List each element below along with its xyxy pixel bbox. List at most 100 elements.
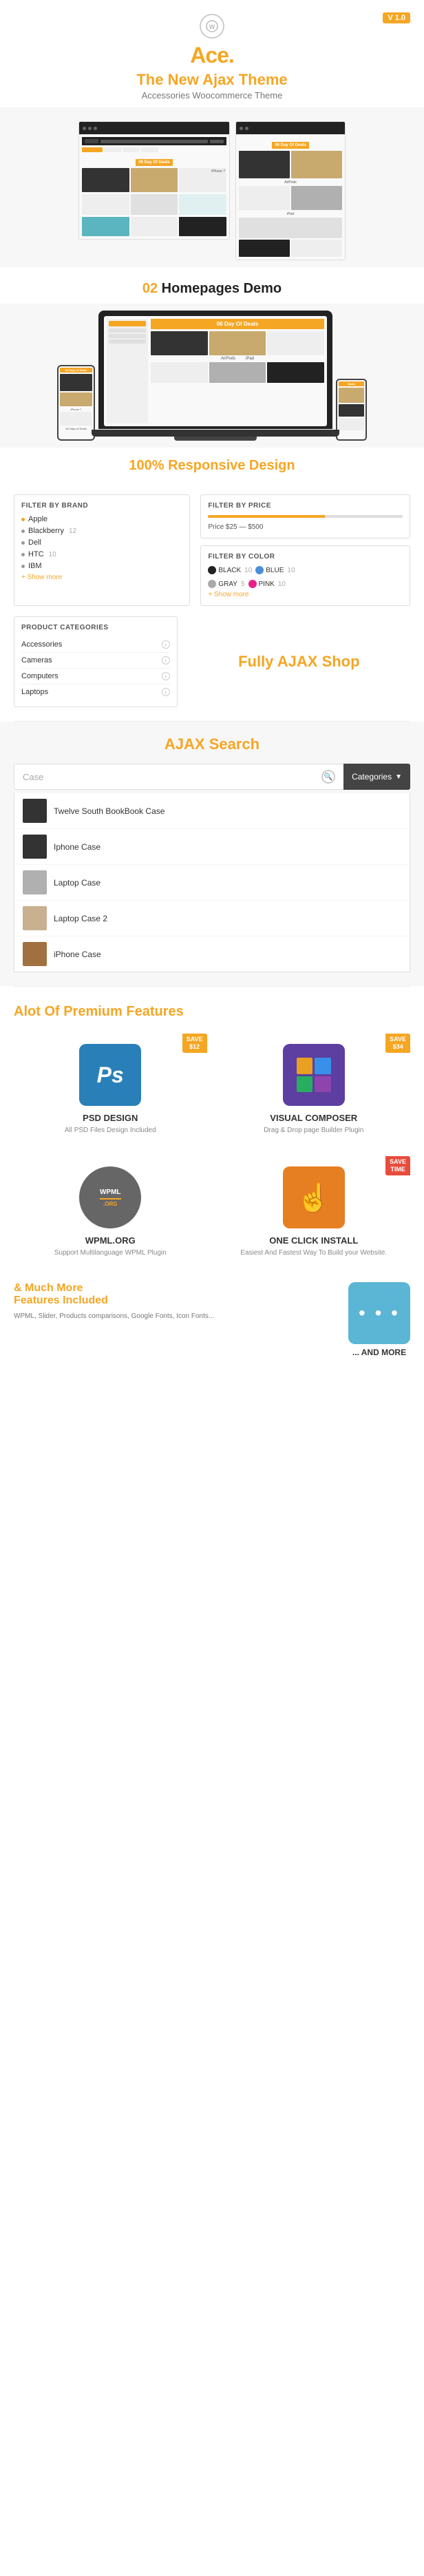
cat-item-laptops[interactable]: Laptops › [21, 684, 170, 700]
brand-filter-title: FILTER BY BRAND [21, 502, 182, 510]
color-count: 10 [278, 580, 286, 588]
search-result-name: Twelve South BookBook Case [54, 806, 165, 816]
features-grid: SAVE$12 Ps PSD DESIGN All PSD Files Desi… [14, 1034, 410, 1268]
brand-item-htc[interactable]: HTC 10 [21, 550, 182, 558]
header: W Ace. The New Ajax Theme Accessories Wo… [0, 0, 424, 107]
brand-item-ibm[interactable]: IBM [21, 562, 182, 570]
brand-bullet [21, 530, 25, 533]
product-categories-box: PRODUCT CATEGORIES Accessories › Cameras… [14, 616, 178, 707]
swatch-dot-gray [208, 580, 216, 588]
cat-item-computers[interactable]: Computers › [21, 669, 170, 684]
color-swatch-blue[interactable]: BLUE 10 [255, 566, 295, 574]
ajax-shop-prefix: Fully [238, 653, 277, 670]
homepages-text: Homepages Demo [162, 281, 282, 296]
svg-text:W: W [209, 23, 215, 30]
laptop-deal-banner: 06 Day Of Deals [151, 319, 324, 329]
psd-icon-box: Ps [79, 1044, 141, 1106]
brand-item-blackberry[interactable]: Blackberry 12 [21, 527, 182, 535]
cat-arrow: › [162, 656, 170, 664]
cube-face [297, 1058, 313, 1074]
responsive-highlight: 100% [129, 458, 164, 473]
more-features-left: & Much More Features Included WPML, Slid… [14, 1282, 338, 1357]
tagline-prefix: The New [136, 71, 202, 88]
categories-btn-label: Categories [352, 772, 392, 782]
more-features-suffix: Features Included [14, 1295, 108, 1306]
search-result-item[interactable]: Iphone Case [14, 829, 410, 865]
and-more-title: ... AND MORE [352, 1348, 406, 1357]
color-swatch-pink[interactable]: PINK 10 [248, 580, 286, 588]
brand-name: IBM [28, 562, 42, 570]
click-icon-box: ☝ [283, 1166, 345, 1228]
brand-item-dell[interactable]: Dell [21, 538, 182, 547]
vc-name: VISUAL COMPOSER [224, 1113, 404, 1123]
color-swatch-black[interactable]: BLACK 10 [208, 566, 252, 574]
tagline-sub: Accessories Woocommerce Theme [7, 90, 417, 101]
vc-icon-box [283, 1044, 345, 1106]
cube-face [315, 1076, 331, 1093]
search-result-item[interactable]: Laptop Case 2 [14, 901, 410, 936]
cat-item-accessories[interactable]: Accessories › [21, 637, 170, 653]
click-desc: Easiest And Fastest Way To Build your We… [224, 1248, 404, 1258]
search-result-item[interactable]: iPhone Case [14, 936, 410, 972]
premium-highlight: Alot [14, 1004, 41, 1019]
cube-icon [297, 1058, 331, 1092]
search-result-thumb [23, 799, 47, 823]
wpml-desc: Support Multilanguage WPML Plugin [21, 1248, 200, 1258]
cat-name: Computers [21, 672, 59, 680]
feature-visual-composer: SAVE$34 VISUAL COMPOSER Drag & Drop page… [218, 1034, 411, 1146]
price-filter-box: FILTER BY PRICE Price $25 — $500 [200, 494, 410, 538]
ajax-search-title: AJAX Search [14, 735, 410, 753]
search-result-name: iPhone Case [54, 950, 101, 959]
color-label: BLUE [266, 567, 284, 574]
price-range-text: Price $25 — $500 [208, 523, 403, 531]
search-bar: Case 🔍 [14, 764, 343, 790]
brand-item-apple[interactable]: Apple [21, 515, 182, 523]
swatch-dot-black [208, 566, 216, 574]
color-label: BLACK [218, 567, 241, 574]
premium-section: Alot Of Premium Features SAVE$12 Ps PSD … [0, 987, 424, 1371]
cat-name: Accessories [21, 640, 62, 649]
responsive-text: Responsive Design [165, 458, 295, 473]
search-result-item[interactable]: Twelve South BookBook Case [14, 793, 410, 829]
color-count: 10 [287, 567, 295, 574]
search-result-thumb [23, 835, 47, 859]
feature-psd: SAVE$12 Ps PSD DESIGN All PSD Files Desi… [14, 1034, 207, 1146]
more-features-desc: WPML, Slider, Products comparisons, Goog… [14, 1311, 338, 1322]
dots-icon: • • • [359, 1302, 400, 1324]
cat-item-cameras[interactable]: Cameras › [21, 653, 170, 669]
laptop-mockup: 06 Day Of Deals AirPods iPad [98, 311, 332, 429]
laptop-section: 06 Days of Deals iPhone 7 06 Days of Dea… [0, 304, 424, 448]
phone-right: Deals [336, 379, 367, 441]
swatch-dot-blue [255, 566, 264, 574]
search-icon[interactable]: 🔍 [321, 770, 335, 784]
color-swatches: BLACK 10 BLUE 10 [208, 566, 403, 574]
search-result-name: Iphone Case [54, 842, 100, 852]
cat-arrow: › [162, 672, 170, 680]
color-count: 5 [241, 580, 245, 588]
save-badge-vc: SAVE$34 [385, 1034, 410, 1053]
logo-dot: . [229, 43, 234, 67]
brand-bullet [21, 553, 25, 556]
color-swatch-gray[interactable]: GRAY 5 [208, 580, 244, 588]
price-filter-title: FILTER BY PRICE [208, 502, 403, 510]
ps-icon: Ps [97, 1062, 124, 1088]
wpml-icon-box: WPML .ORG [79, 1166, 141, 1228]
search-result-item[interactable]: Laptop Case [14, 865, 410, 901]
homepages-label: 02 Homepages Demo [0, 267, 424, 304]
ajax-shop-suffix: Shop [317, 653, 359, 670]
swatch-dot-pink [248, 580, 257, 588]
ajax-search-text: Search [205, 735, 260, 753]
responsive-label: 100% Responsive Design [0, 448, 424, 481]
mockup-section: 06 Day Of Deals iPhone 7 [0, 107, 424, 267]
brand-show-more[interactable]: + Show more [21, 574, 182, 581]
search-result-thumb [23, 870, 47, 894]
search-categories-btn[interactable]: Categories ▼ [343, 764, 410, 790]
brand-filter-box: FILTER BY BRAND Apple Blackberry 12 Dell… [14, 494, 190, 606]
brand-bullet [21, 518, 25, 521]
color-show-more[interactable]: + Show more [208, 591, 403, 598]
cube-face [297, 1076, 313, 1093]
ajax-shop-highlight: AJAX [277, 653, 318, 670]
save-badge-psd: SAVE$12 [182, 1034, 207, 1053]
price-slider[interactable] [208, 515, 403, 518]
ajax-filters-row: FILTER BY BRAND Apple Blackberry 12 Dell… [14, 494, 410, 606]
